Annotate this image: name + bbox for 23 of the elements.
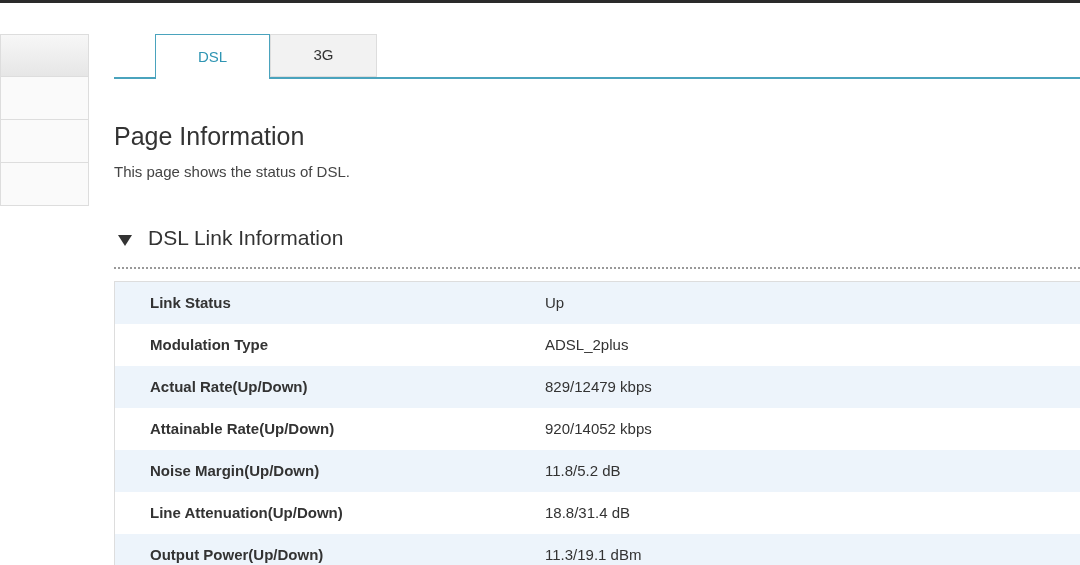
row-label: Modulation Type bbox=[150, 334, 270, 355]
sidebar-item[interactable] bbox=[0, 120, 89, 163]
tab[interactable]: 3G bbox=[270, 34, 377, 77]
section-title: DSL Link Information bbox=[148, 224, 344, 251]
row-label: Attainable Rate(Up/Down) bbox=[150, 418, 336, 439]
page-title: Page Information bbox=[114, 121, 305, 151]
row-value: 11.8/5.2 dB bbox=[545, 460, 621, 481]
row-label: Output Power(Up/Down) bbox=[150, 544, 325, 565]
row-label: Actual Rate(Up/Down) bbox=[150, 376, 309, 397]
row-value: 18.8/31.4 dB bbox=[545, 502, 631, 523]
row-value: 920/14052 kbps bbox=[545, 418, 652, 439]
expanded-triangle-icon[interactable] bbox=[118, 234, 132, 247]
row-value: 11.3/19.1 dBm bbox=[545, 544, 642, 565]
sidebar-item[interactable] bbox=[0, 77, 89, 120]
row-value: Up bbox=[545, 292, 565, 313]
sidebar-item[interactable] bbox=[0, 34, 89, 77]
sidebar-item[interactable] bbox=[0, 163, 89, 206]
page-description: This page shows the status of DSL. bbox=[114, 162, 350, 182]
row-label: Line Attenuation(Up/Down) bbox=[150, 502, 344, 523]
row-value: ADSL_2plus bbox=[545, 334, 629, 355]
row-label: Noise Margin(Up/Down) bbox=[150, 460, 321, 481]
row-label: Link Status bbox=[150, 292, 232, 313]
row-value: 829/12479 kbps bbox=[545, 376, 652, 397]
